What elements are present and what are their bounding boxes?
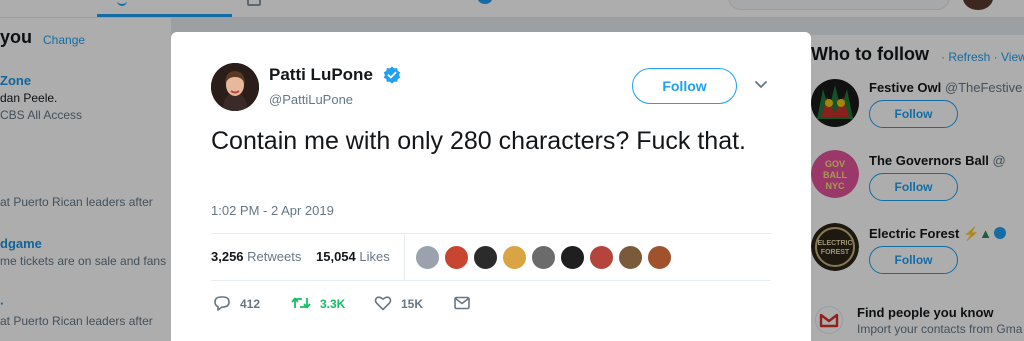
follow-button[interactable]: Follow xyxy=(632,68,737,104)
liker-avatar[interactable] xyxy=(502,245,527,270)
retweets-label: Retweets xyxy=(247,249,302,264)
reply-button[interactable]: 412 xyxy=(213,290,273,316)
tweet-text: Contain me with only 280 characters? Fuc… xyxy=(211,127,746,155)
reply-icon xyxy=(214,296,230,311)
heart-icon xyxy=(374,296,392,311)
liker-avatar[interactable] xyxy=(589,245,614,270)
chevron-down-icon[interactable] xyxy=(754,80,768,90)
tweet-stats: 3,256 Retweets 15,054 Likes xyxy=(211,233,771,281)
likes-label: Likes xyxy=(359,249,390,264)
likes-stat[interactable]: 15,054 Likes xyxy=(316,249,390,264)
author-handle[interactable]: @PattiLuPone xyxy=(269,92,353,107)
direct-message-button[interactable] xyxy=(453,290,473,316)
liker-avatar[interactable] xyxy=(647,245,672,270)
likes-count: 15,054 xyxy=(316,249,356,264)
retweet-count: 3.3K xyxy=(320,297,346,311)
tweet-actions: 412 3.3K 15K xyxy=(211,290,771,316)
tweet-modal: Patti LuPone @PattiLuPone Follow Contain… xyxy=(171,32,811,341)
envelope-icon xyxy=(454,296,470,310)
retweets-count: 3,256 xyxy=(211,249,244,264)
like-button[interactable]: 15K xyxy=(374,290,434,316)
verified-badge-icon xyxy=(383,66,401,84)
liker-avatar[interactable] xyxy=(473,245,498,270)
retweets-stat[interactable]: 3,256 Retweets xyxy=(211,249,301,264)
author-avatar[interactable] xyxy=(211,63,259,111)
tweet-timestamp[interactable]: 1:02 PM - 2 Apr 2019 xyxy=(211,203,334,218)
reply-count: 412 xyxy=(240,297,261,311)
retweet-icon xyxy=(291,297,311,309)
liker-avatar[interactable] xyxy=(444,245,469,270)
liker-avatar[interactable] xyxy=(415,245,440,270)
retweet-button[interactable]: 3.3K xyxy=(291,290,361,316)
author-name[interactable]: Patti LuPone xyxy=(269,65,373,85)
like-count: 15K xyxy=(401,297,424,311)
liker-avatar[interactable] xyxy=(618,245,643,270)
liker-avatar[interactable] xyxy=(531,245,556,270)
liker-avatar[interactable] xyxy=(560,245,585,270)
stats-divider xyxy=(404,234,405,281)
